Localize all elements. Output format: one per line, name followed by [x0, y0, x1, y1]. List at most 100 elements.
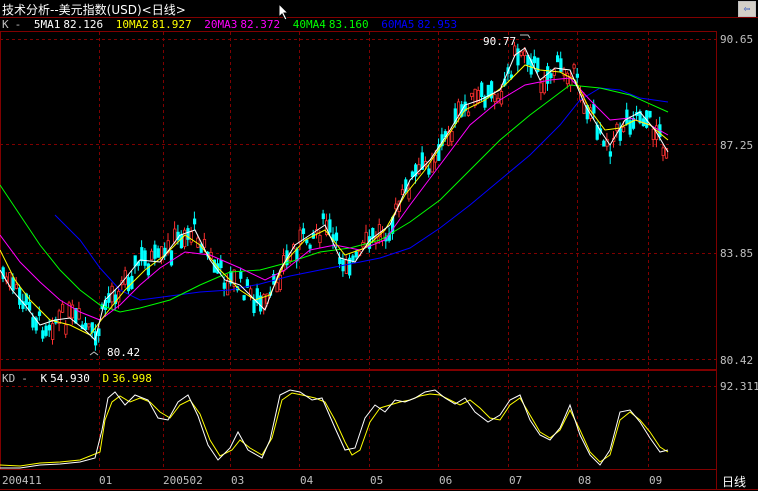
x-label: 200502 [163, 474, 203, 487]
candle-body [18, 287, 22, 305]
candle-body [450, 131, 454, 142]
candle-body [625, 109, 629, 125]
candle-body [523, 50, 527, 57]
candlesticks [1, 41, 669, 351]
candle-body [427, 168, 431, 175]
candle-body [532, 56, 537, 64]
x-label: 08 [578, 474, 592, 487]
candle-body [572, 64, 576, 69]
ma10-line [0, 64, 669, 336]
low-annotation: 80.42 [107, 346, 141, 359]
x-label: 200411 [2, 474, 42, 487]
ma20-line [0, 77, 669, 321]
candle-body [480, 82, 484, 98]
candle-body [516, 48, 520, 66]
kd-d-line [0, 392, 669, 467]
candle-body [275, 282, 279, 293]
candle-body [169, 250, 174, 266]
candle-body [143, 250, 147, 266]
candle-body [27, 301, 32, 311]
candle-body [219, 259, 223, 269]
candle-body [328, 219, 332, 233]
x-label: 07 [509, 474, 523, 487]
candle-body [602, 140, 606, 147]
candle-body [394, 203, 398, 210]
candle-body [354, 251, 358, 258]
candle-body [575, 73, 580, 78]
candle-body [318, 234, 322, 244]
candle-body [556, 55, 560, 63]
candle-body [156, 248, 160, 258]
candle-body [351, 255, 355, 262]
candle-body [364, 231, 368, 245]
candle-body [305, 239, 309, 244]
candle-body [127, 277, 131, 292]
candle-body [97, 328, 101, 337]
chart-canvas[interactable] [0, 0, 758, 491]
candle-body [64, 324, 68, 335]
x-label: 06 [439, 474, 453, 487]
candle-body [202, 239, 207, 248]
candle-body [47, 324, 52, 331]
candle-body [44, 325, 48, 336]
candle-body [150, 250, 154, 261]
candle-body [608, 151, 613, 157]
candle-body [661, 147, 665, 156]
candle-body [470, 92, 474, 97]
candle-body [189, 231, 193, 243]
candle-body [622, 126, 626, 133]
candle-body [539, 82, 543, 94]
candle-body [278, 274, 283, 290]
candle-body [179, 234, 183, 249]
candle-body [410, 171, 415, 178]
candle-body [51, 323, 55, 340]
candle-body [542, 77, 547, 94]
candle-body [519, 51, 523, 56]
kd-axis-label: 92.311 [720, 380, 758, 393]
candle-body [255, 288, 259, 303]
kd-panel-frame [0, 370, 717, 470]
candle-body [37, 311, 42, 316]
candle-body [308, 244, 312, 249]
ma5-line [0, 47, 669, 341]
candle-body [493, 94, 497, 102]
candle-body [140, 247, 144, 262]
candle-body [242, 295, 246, 301]
candle-body [31, 317, 35, 328]
candle-body [146, 263, 150, 276]
price-axis-label: 80.42 [720, 354, 754, 367]
candle-body [559, 58, 563, 72]
ma40-line [0, 84, 669, 313]
candle-body [61, 303, 65, 313]
candle-body [41, 330, 45, 339]
candle-body [549, 73, 553, 79]
candle-body [334, 232, 339, 241]
x-label: 09 [649, 474, 663, 487]
candle-body [153, 244, 157, 259]
price-axis-label: 83.85 [720, 247, 754, 260]
period-label[interactable]: 日线 [722, 473, 746, 490]
candle-body [192, 218, 197, 225]
x-label: 03 [231, 474, 245, 487]
candle-body [466, 111, 471, 116]
candle-body [615, 123, 619, 132]
candle-body [321, 213, 325, 220]
candle-body [77, 308, 81, 320]
candle-body [651, 128, 655, 140]
candle-body [225, 280, 230, 296]
candle-body [11, 277, 15, 291]
candle-body [84, 322, 88, 330]
candle-body [252, 299, 256, 313]
candle-body [222, 282, 226, 289]
candle-body [74, 308, 78, 324]
candle-body [87, 323, 91, 328]
high-annotation: 90.77 [483, 35, 517, 48]
candle-body [14, 284, 18, 289]
kd-k-line [0, 389, 669, 469]
price-axis-label: 87.25 [720, 139, 754, 152]
x-label: 04 [300, 474, 314, 487]
price-axis-label: 90.65 [720, 33, 754, 46]
candle-body [301, 228, 306, 235]
candle-body [648, 110, 652, 118]
candle-body [618, 128, 622, 141]
